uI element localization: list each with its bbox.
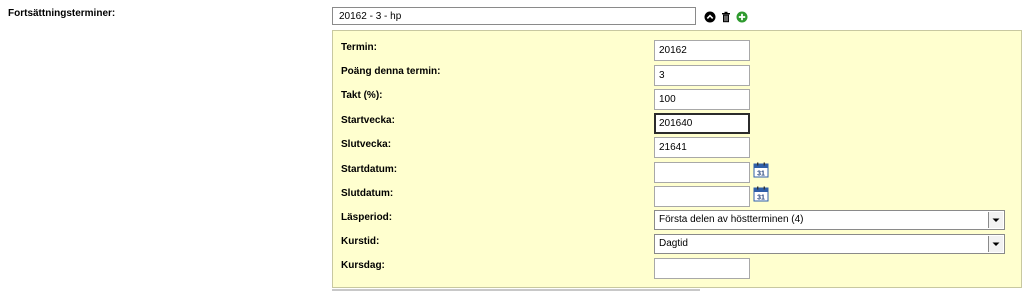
term-label: Termin: (341, 42, 377, 53)
start-date-input[interactable] (654, 162, 750, 183)
term-input[interactable]: 20162 (654, 40, 750, 61)
calendar-icon[interactable]: 31 (753, 186, 769, 202)
pace-input[interactable]: 100 (654, 89, 750, 110)
course-time-select[interactable]: Dagtid (654, 234, 1005, 254)
end-date-input[interactable] (654, 186, 750, 207)
end-week-label: Slutvecka: (341, 139, 392, 150)
end-date-label: Slutdatum: (341, 188, 394, 199)
chevron-down-icon[interactable] (988, 236, 1003, 252)
study-period-selected-value: Första delen av höstterminen (4) (659, 214, 804, 225)
course-day-label: Kursdag: (341, 260, 385, 271)
course-day-input[interactable] (654, 258, 750, 279)
course-time-label: Kurstid: (341, 236, 380, 247)
svg-text:31: 31 (757, 195, 765, 202)
end-week-input[interactable]: 21641 (654, 137, 750, 158)
chevron-up-circle-icon[interactable] (704, 10, 716, 23)
continuation-term-summary-field[interactable]: 20162 - 3 - hp (332, 7, 696, 25)
term-details-panel: Termin: 20162 Poäng denna termin: 3 Takt… (332, 30, 1022, 288)
next-summary-field-edge (332, 289, 700, 291)
study-period-select[interactable]: Första delen av höstterminen (4) (654, 210, 1005, 230)
credits-this-term-input[interactable]: 3 (654, 65, 750, 86)
pace-label: Takt (%): (341, 90, 383, 101)
start-week-input[interactable]: 201640 (654, 113, 750, 134)
trash-icon[interactable] (720, 10, 732, 23)
credits-this-term-label: Poäng denna termin: (341, 66, 441, 77)
study-period-label: Läsperiod: (341, 212, 393, 223)
calendar-icon[interactable]: 31 (753, 162, 769, 178)
start-date-label: Startdatum: (341, 164, 398, 175)
chevron-down-icon[interactable] (988, 212, 1003, 228)
plus-circle-icon[interactable] (736, 10, 748, 23)
continuation-terms-label: Fortsättningsterminer: (8, 8, 116, 19)
start-week-label: Startvecka: (341, 115, 395, 126)
course-time-selected-value: Dagtid (659, 238, 688, 249)
svg-text:31: 31 (757, 171, 765, 178)
